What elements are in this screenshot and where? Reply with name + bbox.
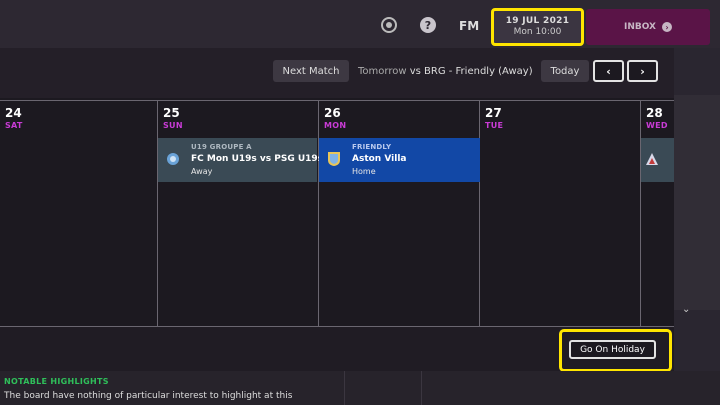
calendar-footer: Go On Holiday (0, 327, 674, 372)
divider (421, 371, 422, 405)
inbox-button[interactable]: INBOX › (586, 9, 710, 45)
event-venue: Home (352, 167, 376, 176)
next-match-info: Tomorrow vs BRG - Friendly (Away) (358, 66, 533, 77)
chevron-left-icon[interactable]: ‹ (593, 60, 624, 82)
divider (344, 371, 345, 405)
day-number: 28 (646, 106, 663, 120)
notable-highlights-text: The board have nothing of particular int… (4, 391, 293, 401)
match-event[interactable]: FRIENDLY Aston Villa Home (319, 138, 480, 182)
help-icon[interactable]: ? (420, 17, 436, 33)
event-competition: FRIENDLY (352, 143, 392, 151)
day-name: SUN (163, 121, 183, 130)
day-name: MON (324, 121, 347, 130)
holiday-highlight: Go On Holiday (559, 329, 672, 372)
go-on-holiday-button[interactable]: Go On Holiday (569, 340, 656, 359)
chevron-right-icon[interactable]: › (627, 60, 658, 82)
bottom-section: NOTABLE HIGHLIGHTS The board have nothin… (0, 371, 720, 405)
arrow-circle-icon: › (662, 22, 672, 32)
side-panel-strip (674, 95, 720, 310)
notable-highlights-title: NOTABLE HIGHLIGHTS (4, 377, 109, 386)
day-number: 24 (5, 106, 22, 120)
current-date-button[interactable]: 19 JUL 2021 Mon 10:00 (491, 8, 584, 46)
day-cell-28[interactable]: 28 WED (641, 101, 674, 326)
event-competition: U19 GROUPE A (191, 143, 252, 151)
event-venue: Away (191, 167, 213, 176)
day-cell-24[interactable]: 24 SAT (0, 101, 158, 326)
day-number: 26 (324, 106, 341, 120)
match-event[interactable]: U19 GROUPE A FC Mon U19s vs PSG U19s Awa… (158, 138, 323, 182)
current-time: Mon 10:00 (513, 27, 562, 37)
chevron-down-icon[interactable]: ⌄ (682, 304, 690, 315)
day-cell-26[interactable]: 26 MON FRIENDLY Aston Villa Home (319, 101, 480, 326)
day-name: SAT (5, 121, 23, 130)
calendar-grid: 24 SAT 25 SUN U19 GROUPE A FC Mon U19s v… (0, 100, 674, 327)
club-crest-icon (646, 153, 658, 165)
club-crest-icon (167, 153, 179, 165)
day-number: 27 (485, 106, 502, 120)
next-match-button[interactable]: Next Match (273, 60, 349, 82)
today-button[interactable]: Today (541, 60, 589, 82)
day-name: WED (646, 121, 668, 130)
next-match-when: Tomorrow (358, 66, 407, 77)
current-date: 19 JUL 2021 (505, 16, 570, 26)
calendar-panel: Next Match Tomorrow vs BRG - Friendly (A… (0, 48, 674, 372)
event-title: Aston Villa (352, 154, 407, 164)
day-name: TUE (485, 121, 504, 130)
calendar-header: Next Match Tomorrow vs BRG - Friendly (A… (0, 48, 674, 98)
day-cell-27[interactable]: 27 TUE (480, 101, 641, 326)
next-match-desc: vs BRG - Friendly (Away) (409, 66, 533, 77)
fm-menu-button[interactable]: FM (459, 19, 479, 33)
top-bar: ? FM 19 JUL 2021 Mon 10:00 INBOX › (0, 0, 720, 48)
club-crest-icon (328, 152, 340, 166)
day-number: 25 (163, 106, 180, 120)
match-event[interactable] (641, 138, 674, 182)
day-cell-25[interactable]: 25 SUN U19 GROUPE A FC Mon U19s vs PSG U… (158, 101, 323, 326)
event-title: FC Mon U19s vs PSG U19s (191, 154, 324, 164)
globe-icon[interactable] (381, 17, 397, 33)
inbox-label: INBOX (623, 22, 656, 32)
